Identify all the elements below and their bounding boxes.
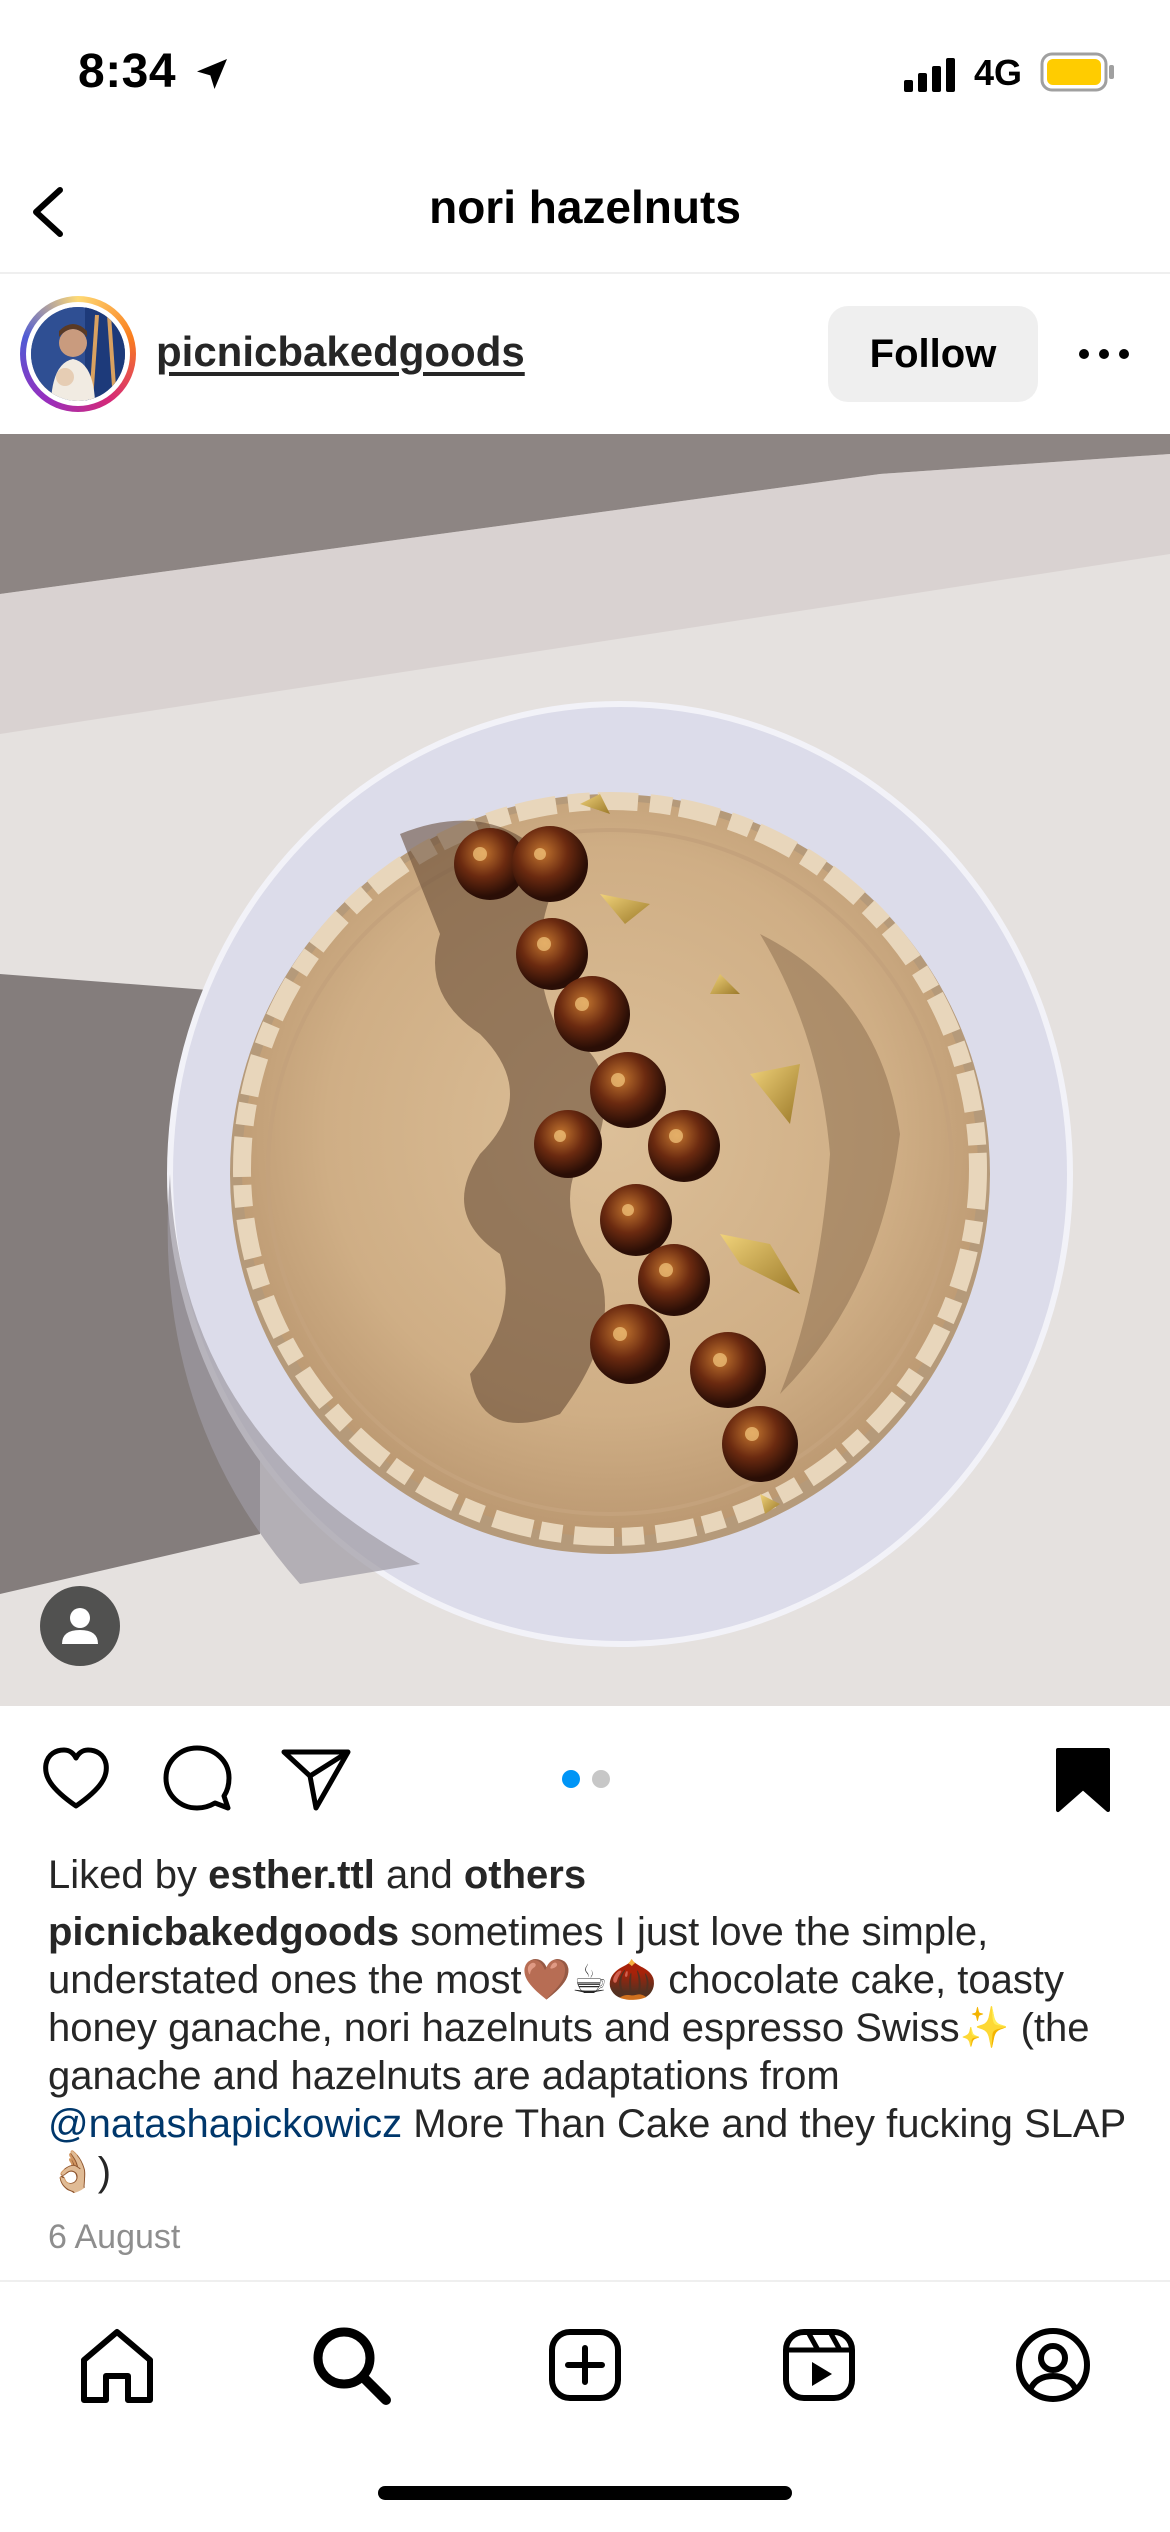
- nav-header: nori hazelnuts: [0, 150, 1170, 274]
- carousel-indicator: [558, 1768, 622, 1790]
- story-ring[interactable]: [20, 296, 136, 412]
- avatar: [31, 307, 125, 401]
- comment-icon[interactable]: [162, 1744, 232, 1814]
- home-icon: [81, 2329, 153, 2403]
- home-indicator[interactable]: [378, 2486, 792, 2500]
- avatar-frame: [26, 302, 130, 406]
- bookmark-filled-icon[interactable]: [1054, 1746, 1112, 1814]
- tab-home[interactable]: [72, 2320, 162, 2410]
- post-image[interactable]: [0, 434, 1170, 1706]
- post-caption: picnicbakedgoods sometimes I just love t…: [48, 1908, 1138, 2196]
- carousel-dot: [592, 1770, 610, 1788]
- battery-icon: [1040, 52, 1114, 92]
- post-header: picnicbakedgoods Follow: [0, 276, 1170, 434]
- tag-people-button[interactable]: [40, 1586, 120, 1666]
- liked-by-user[interactable]: esther.ttl: [208, 1853, 375, 1897]
- heart-icon[interactable]: [40, 1746, 112, 1812]
- caption-mention[interactable]: @natashapickowicz: [48, 2102, 402, 2146]
- avatar-photo: [31, 307, 125, 401]
- post-action-bar: [0, 1706, 1170, 1850]
- likes-middle: and: [385, 1853, 453, 1897]
- paper-plane-icon[interactable]: [280, 1746, 352, 1812]
- likes-prefix: Liked by: [48, 1853, 197, 1897]
- tab-search[interactable]: [306, 2320, 396, 2410]
- signal-bars-icon: [904, 58, 955, 92]
- carousel-dot-active: [562, 1770, 580, 1788]
- tab-reels[interactable]: [774, 2320, 864, 2410]
- likes-others-link[interactable]: others: [464, 1853, 586, 1897]
- status-time: 8:34: [78, 45, 177, 98]
- ellipsis-icon[interactable]: [1076, 342, 1132, 366]
- cake-photo: [0, 434, 1170, 1706]
- page-title: nori hazelnuts: [429, 181, 741, 233]
- search-icon: [313, 2327, 391, 2405]
- profile-icon: [1016, 2328, 1090, 2402]
- caption-username[interactable]: picnicbakedgoods: [48, 1910, 399, 1954]
- post-username[interactable]: picnicbakedgoods: [156, 328, 525, 376]
- person-tag-icon: [62, 1608, 98, 1644]
- post-date: 6 August: [48, 2218, 181, 2256]
- create-post-icon: [549, 2329, 621, 2401]
- reels-icon: [783, 2329, 855, 2401]
- tab-create[interactable]: [540, 2320, 630, 2410]
- location-arrow-icon: [197, 59, 227, 89]
- network-label: 4G: [974, 52, 1023, 93]
- follow-button[interactable]: Follow: [828, 306, 1038, 402]
- status-bar: 8:34 4G: [0, 0, 1170, 150]
- tab-profile[interactable]: [1008, 2320, 1098, 2410]
- likes-summary: Liked by esther.ttl and others: [48, 1850, 586, 1900]
